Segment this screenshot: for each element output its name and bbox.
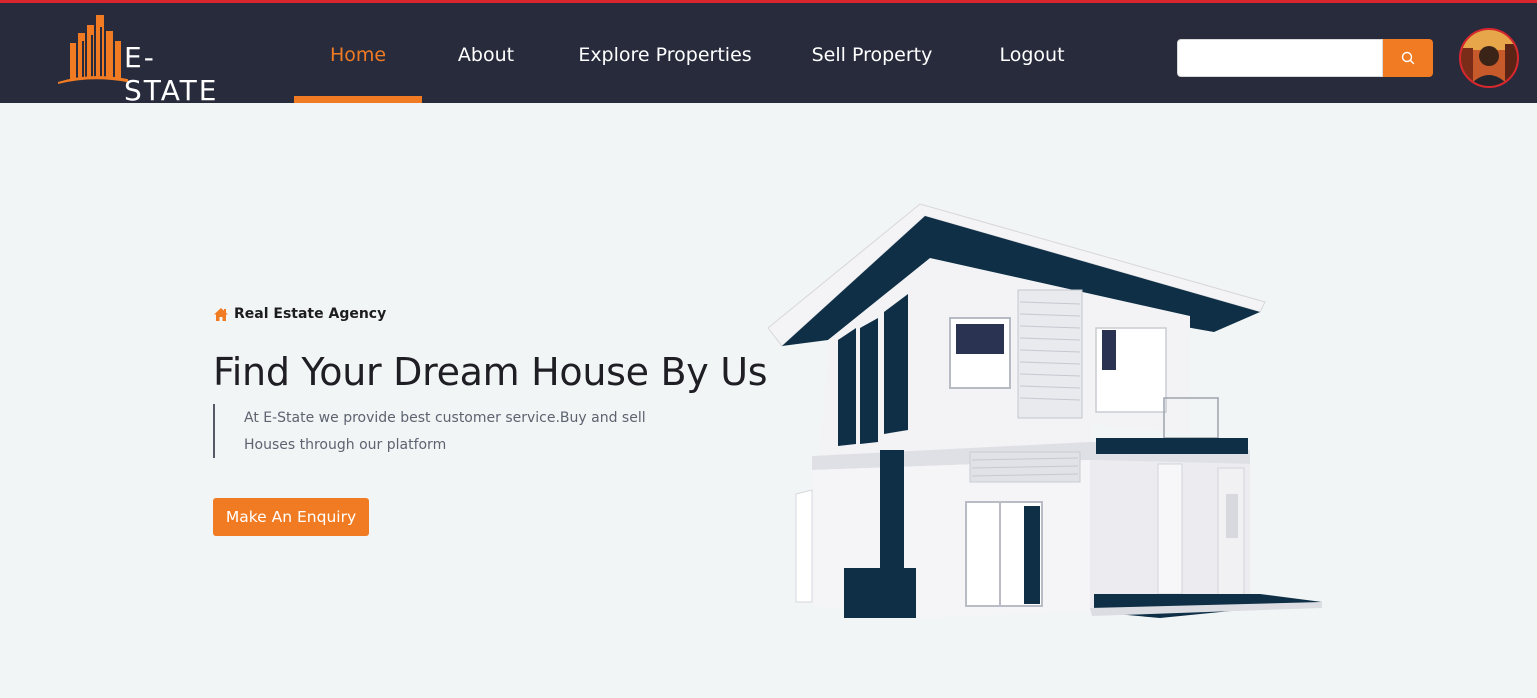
nav-about[interactable]: About — [440, 3, 532, 103]
hero-description: At E-State we provide best customer serv… — [244, 410, 646, 453]
tagline-text: Real Estate Agency — [234, 306, 387, 322]
home-icon — [214, 307, 228, 321]
nav-logout[interactable]: Logout — [985, 3, 1079, 103]
search-icon — [1401, 51, 1415, 65]
user-avatar-image — [1461, 30, 1517, 86]
house-illustration — [767, 203, 1322, 618]
logo-text: E-STATE — [124, 41, 219, 107]
hero-title: Find Your Dream House By Us — [213, 350, 768, 394]
nav-home[interactable]: Home — [294, 3, 422, 103]
navbar: E-STATE Home About Explore Properties Se… — [0, 3, 1537, 107]
user-avatar[interactable] — [1459, 28, 1519, 88]
building-logo-icon — [58, 15, 132, 84]
nav-sell-property[interactable]: Sell Property — [800, 3, 944, 103]
make-enquiry-button[interactable]: Make An Enquiry — [213, 498, 369, 536]
active-nav-indicator — [294, 96, 422, 103]
nav-explore-properties[interactable]: Explore Properties — [572, 3, 758, 103]
search-button[interactable] — [1383, 39, 1433, 77]
logo[interactable]: E-STATE — [58, 13, 248, 107]
description-accent-bar — [213, 404, 215, 458]
search-input[interactable] — [1177, 39, 1383, 77]
tagline: Real Estate Agency — [213, 306, 386, 322]
